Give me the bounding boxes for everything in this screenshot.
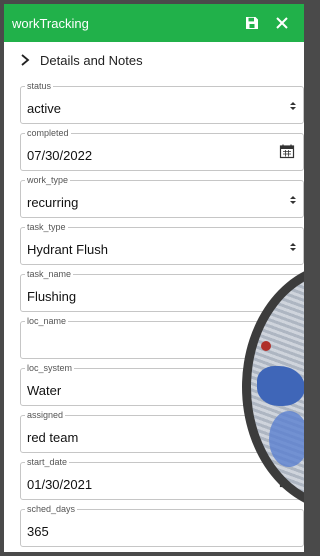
task-type-field[interactable]: task_type Hydrant Flush (20, 221, 304, 265)
sched-days-field[interactable]: sched_days 365 (20, 503, 304, 547)
start-date-value: 01/30/2021 (27, 477, 93, 492)
completed-field[interactable]: completed 07/30/2022 (20, 127, 304, 171)
photo-detail (269, 411, 304, 467)
save-icon (246, 17, 258, 29)
assigned-label: assigned (25, 409, 66, 421)
status-value: active (27, 101, 61, 116)
select-caret-icon (290, 196, 296, 204)
photo-detail (261, 341, 271, 351)
work-type-value: recurring (27, 195, 79, 210)
sched-days-value: 365 (27, 524, 49, 539)
task-name-field[interactable]: task_name Flushing (20, 268, 304, 312)
window-title: workTracking (12, 15, 89, 31)
work-type-field[interactable]: work_type recurring (20, 174, 304, 218)
photo-detail (257, 366, 304, 406)
chevron-right-icon (21, 54, 30, 66)
loc-system-value: Water (27, 383, 62, 398)
title-bar: workTracking (4, 4, 304, 42)
task-type-value: Hydrant Flush (27, 242, 108, 257)
start-date-label: start_date (25, 456, 70, 468)
completed-value: 07/30/2022 (27, 148, 93, 163)
loc-system-label: loc_system (25, 362, 75, 374)
work-tracking-panel: workTracking Details and Notes status ac… (4, 4, 304, 552)
select-caret-icon (290, 102, 296, 110)
details-and-notes-label: Details and Notes (40, 52, 143, 68)
task-name-label: task_name (25, 268, 74, 280)
save-button[interactable] (240, 11, 264, 35)
close-button[interactable] (270, 11, 294, 35)
task-type-label: task_type (25, 221, 68, 233)
assigned-value: red team (27, 430, 79, 445)
status-field[interactable]: status active (20, 80, 304, 124)
sched-days-label: sched_days (25, 503, 78, 515)
work-type-label: work_type (25, 174, 71, 186)
close-icon (276, 17, 288, 29)
calendar-icon[interactable] (279, 143, 295, 159)
details-and-notes-toggle[interactable]: Details and Notes (4, 42, 304, 78)
completed-label: completed (25, 127, 71, 139)
loc-name-label: loc_name (25, 315, 69, 327)
status-label: status (25, 80, 54, 92)
task-name-value: Flushing (27, 289, 77, 304)
select-caret-icon (290, 243, 296, 251)
start-date-field[interactable]: start_date 01/30/2021 (20, 456, 304, 500)
